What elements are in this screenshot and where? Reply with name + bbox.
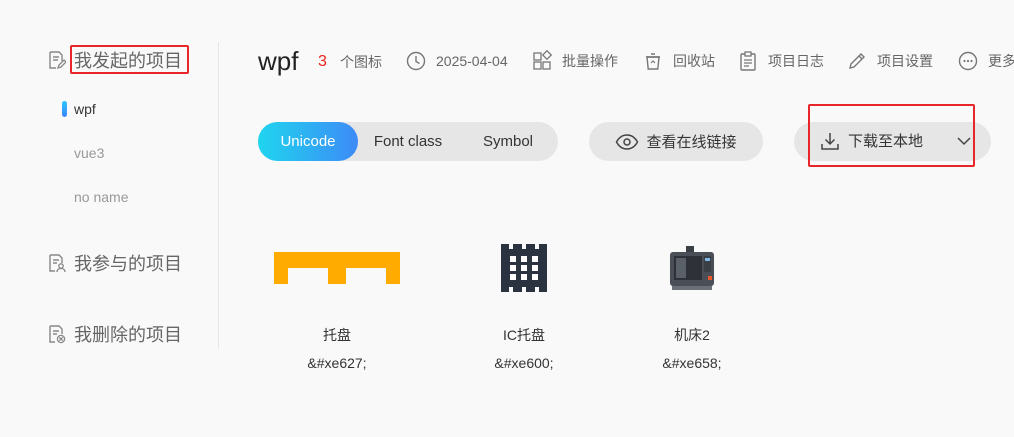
recycle-bin-label: 回收站 (673, 53, 715, 69)
sidebar-divider (218, 42, 219, 348)
tab-unicode[interactable]: Unicode (258, 122, 358, 161)
project-settings-button[interactable]: 项目设置 (846, 48, 933, 74)
more-icon (958, 51, 978, 71)
document-edit-icon (49, 51, 66, 70)
view-online-link-label: 查看在线链接 (646, 134, 737, 151)
recycle-bin-button[interactable]: 回收站 (642, 48, 715, 74)
highlight-box (808, 104, 975, 167)
more-label: 更多 (988, 53, 1014, 69)
more-button[interactable]: 更多 (957, 48, 1014, 74)
icon-name: 托盘 (323, 327, 351, 343)
sidebar: 我发起的项目 wpf vue3 no name 我参与的项目 我删除的项目 (0, 0, 219, 437)
batch-operation-button[interactable]: 批量操作 (531, 48, 618, 74)
icon-card[interactable]: 机床2 &#xe658; (617, 232, 767, 382)
project-log-button[interactable]: 项目日志 (737, 48, 824, 74)
ic-tray-icon (449, 232, 599, 304)
icon-card[interactable]: 托盘 &#xe627; (262, 232, 412, 382)
icon-code: &#xe658; (662, 355, 722, 371)
code-type-tabs: Unicode Font class Symbol (258, 122, 558, 161)
eye-icon (616, 133, 639, 150)
icon-count: 3 (318, 53, 327, 70)
document-user-icon (49, 254, 66, 273)
batch-operation-label: 批量操作 (562, 53, 618, 69)
highlight-box (70, 45, 189, 74)
grid-icon (533, 50, 553, 70)
sidebar-deleted[interactable]: 我删除的项目 (46, 322, 182, 346)
project-date: 2025-04-04 (405, 48, 508, 74)
tab-font-class[interactable]: Font class (365, 122, 451, 161)
sidebar-participated-label: 我参与的项目 (74, 254, 182, 274)
clipboard-icon (740, 51, 756, 71)
document-delete-icon (49, 325, 66, 344)
view-online-link-button[interactable]: 查看在线链接 (589, 122, 763, 161)
clock-icon (406, 51, 426, 71)
tab-symbol[interactable]: Symbol (470, 122, 546, 161)
project-title: wpf (258, 46, 299, 76)
sidebar-item-no-name[interactable]: no name (74, 188, 128, 206)
sidebar-item-wpf[interactable]: wpf (74, 100, 96, 118)
icon-code: &#xe627; (307, 355, 367, 371)
sidebar-participated[interactable]: 我参与的项目 (46, 251, 182, 275)
icon-count-unit: 个图标 (340, 54, 382, 70)
icon-name: 机床2 (674, 327, 710, 343)
sidebar-item-vue3[interactable]: vue3 (74, 144, 104, 162)
recycle-bin-icon (646, 53, 660, 70)
machine-tool-icon (617, 232, 767, 304)
sidebar-deleted-label: 我删除的项目 (74, 325, 182, 345)
pencil-icon (849, 53, 865, 69)
project-log-label: 项目日志 (768, 53, 824, 69)
icon-card[interactable]: IC托盘 &#xe600; (449, 232, 599, 382)
icon-code: &#xe600; (494, 355, 554, 371)
active-indicator (62, 101, 67, 117)
pallet-icon (262, 232, 412, 304)
project-settings-label: 项目设置 (877, 53, 933, 69)
icon-name: IC托盘 (503, 327, 545, 343)
project-date-text: 2025-04-04 (436, 53, 508, 69)
